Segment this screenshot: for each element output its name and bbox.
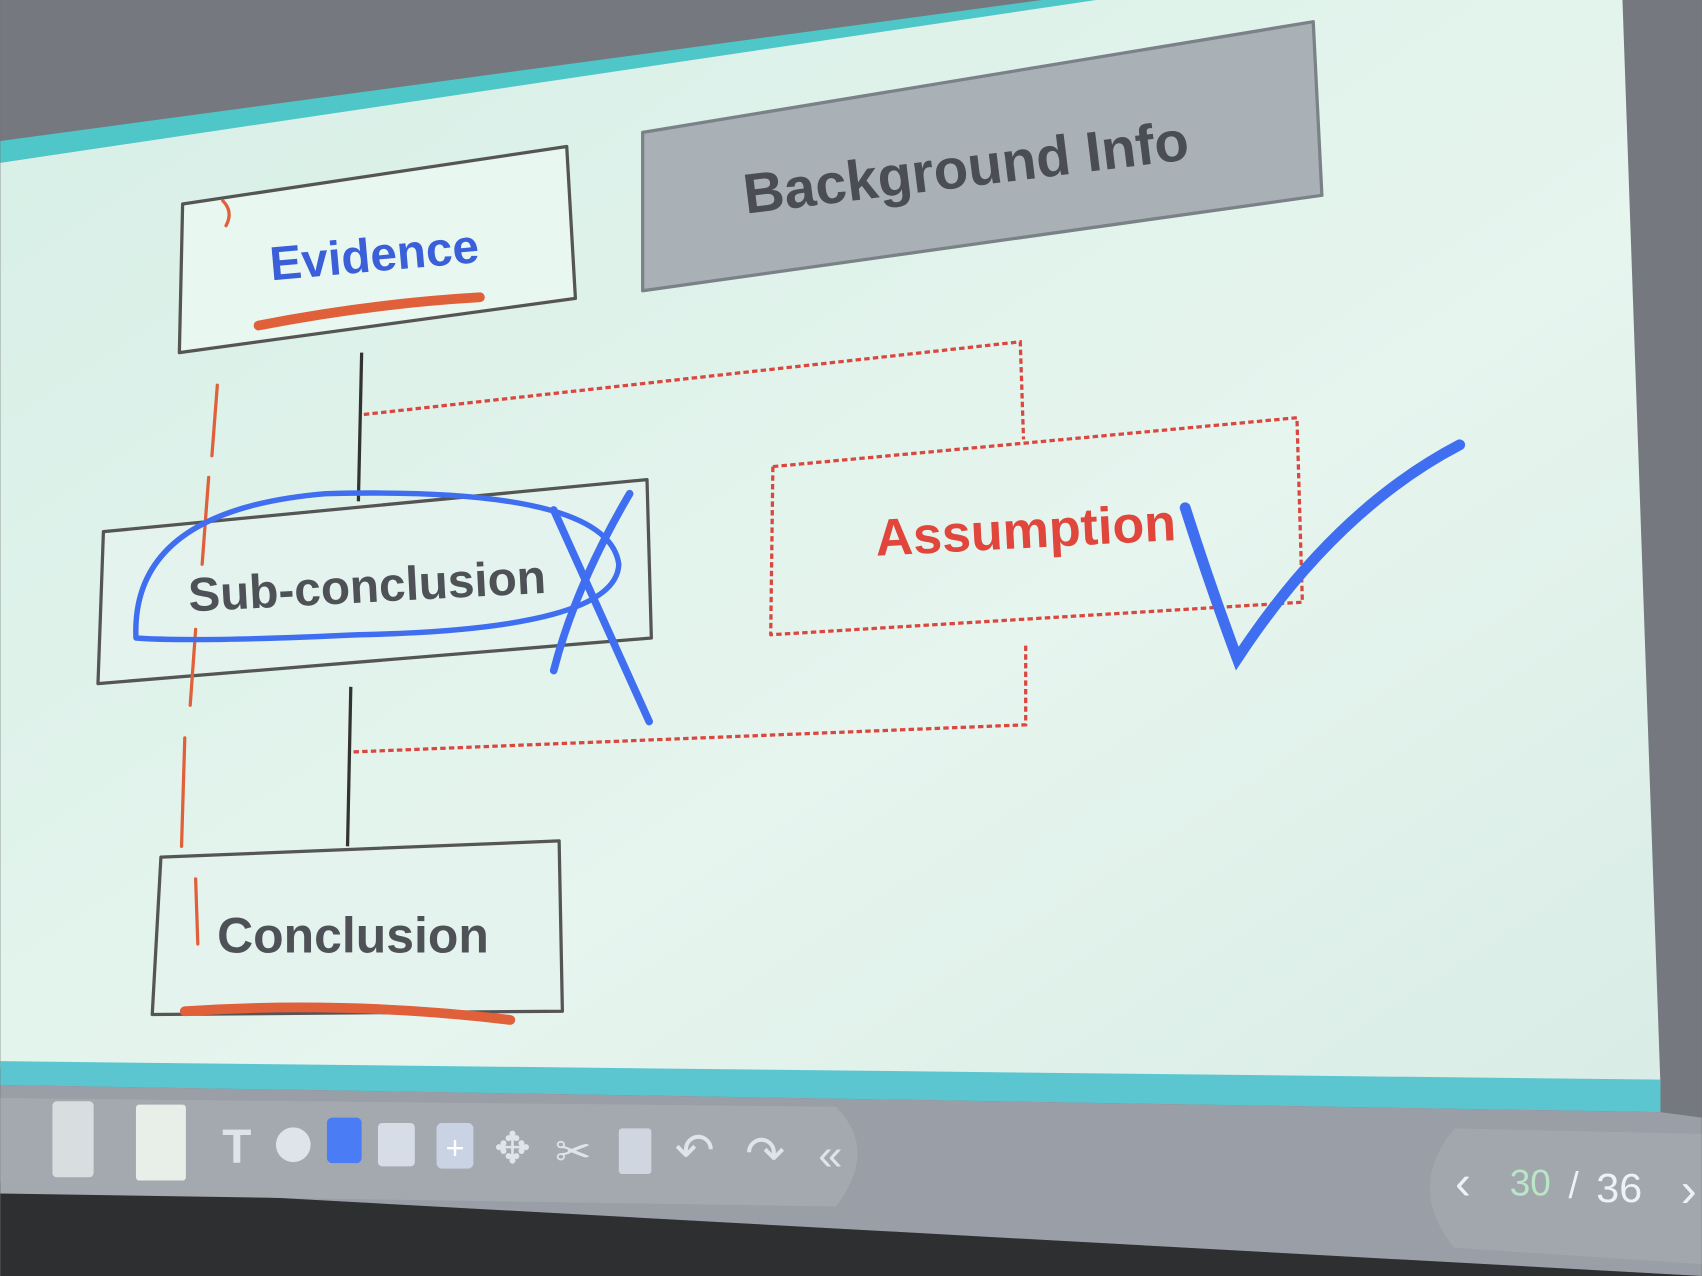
camera-icon[interactable] <box>52 1101 94 1178</box>
collapse-icon[interactable]: « <box>818 1132 842 1180</box>
conclusion-box: Conclusion <box>150 839 565 1017</box>
conclusion-label: Conclusion <box>217 908 489 964</box>
undo-icon[interactable]: ↶ <box>675 1124 715 1177</box>
prev-page-button[interactable]: ‹ <box>1455 1157 1471 1210</box>
cut-icon[interactable]: ✂ <box>555 1128 591 1176</box>
trash-icon[interactable] <box>618 1128 652 1175</box>
color-swatch-icon[interactable] <box>326 1117 362 1164</box>
image-icon[interactable] <box>377 1123 415 1167</box>
current-page[interactable]: 30 <box>1510 1163 1551 1204</box>
annotation-toolbar: T + ✥ ✂ ↶ ↷ « <box>0 1098 858 1207</box>
projected-slide-photo: Evidence Background Info Sub-conclusion … <box>0 0 1702 1276</box>
page-separator: / <box>1569 1165 1580 1206</box>
page-navigator: ‹ 30 / 36 › <box>1429 1128 1702 1265</box>
eraser-icon[interactable] <box>135 1104 186 1181</box>
text-icon[interactable]: T <box>222 1121 251 1174</box>
add-plus: + <box>445 1130 464 1166</box>
move-icon[interactable]: ✥ <box>494 1125 530 1173</box>
redo-icon[interactable]: ↷ <box>745 1128 785 1181</box>
total-pages: 36 <box>1596 1165 1642 1211</box>
next-page-button[interactable]: › <box>1681 1165 1697 1218</box>
shape-icon[interactable] <box>275 1127 311 1163</box>
